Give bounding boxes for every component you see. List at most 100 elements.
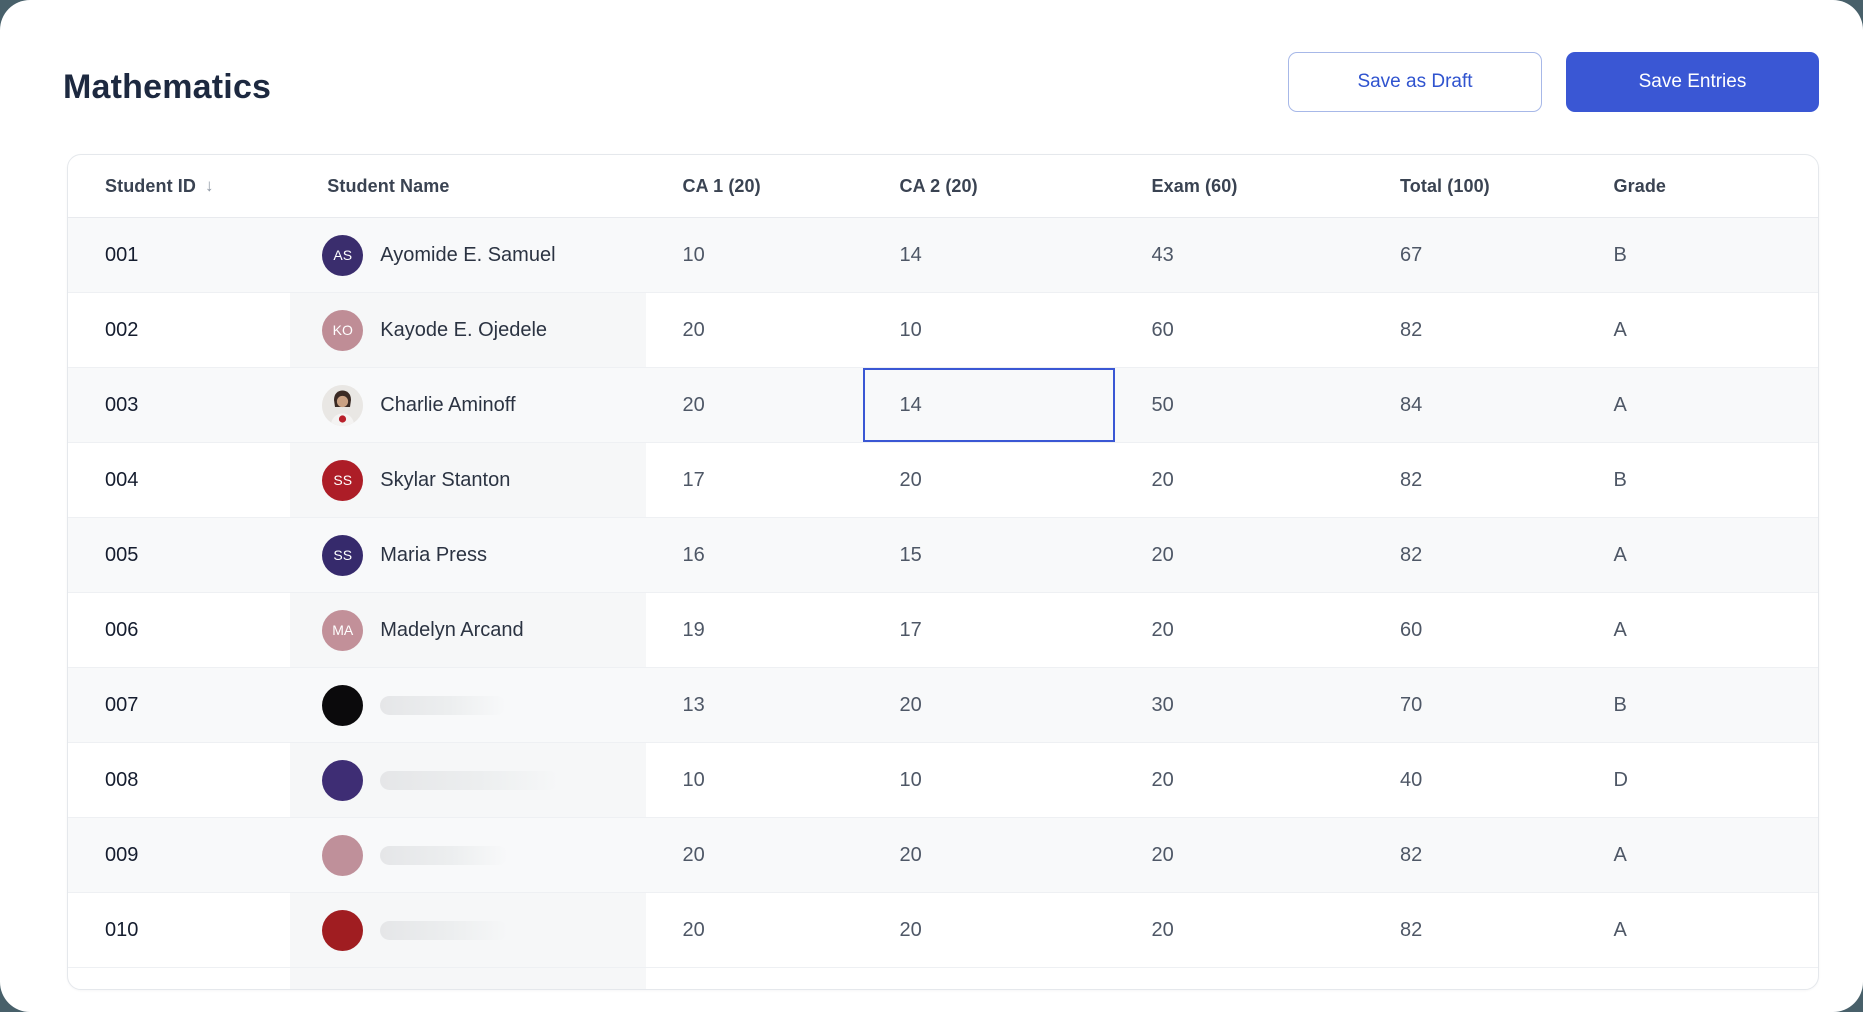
name-skeleton <box>380 696 506 715</box>
student-id-cell: 005 <box>68 518 290 592</box>
grade-cell: A <box>1577 593 1819 667</box>
grade-cell: A <box>1577 818 1819 892</box>
column-header-label: Student ID <box>105 176 196 197</box>
ca1-cell[interactable]: 20 <box>646 818 863 892</box>
student-id-cell: 006 <box>68 593 290 667</box>
student-id-cell: 010 <box>68 893 290 967</box>
student-name-cell <box>290 818 645 892</box>
student-name-cell <box>290 668 645 742</box>
ca2-cell[interactable]: 15 <box>863 518 1115 592</box>
table-row: 001 AS Ayomide E. Samuel 10 14 43 67 B <box>68 218 1818 293</box>
student-name-cell: KO Kayode E. Ojedele <box>290 293 645 367</box>
avatar <box>322 685 363 726</box>
exam-cell[interactable]: 50 <box>1115 368 1364 442</box>
exam-cell[interactable]: 20 <box>1115 518 1364 592</box>
ca2-cell[interactable]: 20 <box>863 668 1115 742</box>
ca2-cell-selected[interactable]: 14 <box>863 368 1115 442</box>
table-row: 006 MA Madelyn Arcand 19 17 20 60 A <box>68 593 1818 668</box>
student-name-cell: Charlie Aminoff <box>290 368 645 442</box>
total-cell: 82 <box>1363 893 1577 967</box>
grade-cell: B <box>1577 668 1819 742</box>
table-footer-strip <box>68 968 1818 989</box>
exam-cell[interactable]: 20 <box>1115 893 1364 967</box>
ca1-cell[interactable]: 13 <box>646 668 863 742</box>
table-row: 009 20 20 20 82 A <box>68 818 1818 893</box>
avatar: KO <box>322 310 363 351</box>
ca1-cell[interactable]: 19 <box>646 593 863 667</box>
student-id-cell: 004 <box>68 443 290 517</box>
ca2-cell[interactable]: 20 <box>863 893 1115 967</box>
page-title: Mathematics <box>63 68 271 107</box>
exam-cell[interactable]: 30 <box>1115 668 1364 742</box>
total-cell: 60 <box>1363 593 1577 667</box>
student-id-cell: 008 <box>68 743 290 817</box>
total-cell: 70 <box>1363 668 1577 742</box>
column-header-ca2: CA 2 (20) <box>863 155 1115 217</box>
name-skeleton <box>380 846 508 865</box>
table-row: 007 13 20 30 70 B <box>68 668 1818 743</box>
table-row: 003 Charlie Aminoff 20 14 50 84 A <box>68 368 1818 443</box>
ca2-cell[interactable]: 17 <box>863 593 1115 667</box>
exam-cell[interactable]: 20 <box>1115 818 1364 892</box>
table-row: 010 20 20 20 82 A <box>68 893 1818 968</box>
grade-cell: D <box>1577 743 1819 817</box>
ca1-cell[interactable]: 17 <box>646 443 863 517</box>
exam-cell[interactable]: 20 <box>1115 443 1364 517</box>
student-name-cell: AS Ayomide E. Samuel <box>290 218 645 292</box>
avatar <box>322 835 363 876</box>
student-id-cell: 009 <box>68 818 290 892</box>
table-row: 002 KO Kayode E. Ojedele 20 10 60 82 A <box>68 293 1818 368</box>
ca2-cell[interactable]: 10 <box>863 743 1115 817</box>
table-row: 008 10 10 20 40 D <box>68 743 1818 818</box>
student-id-cell: 003 <box>68 368 290 442</box>
column-header-ca1: CA 1 (20) <box>646 155 863 217</box>
column-header-total: Total (100) <box>1363 155 1577 217</box>
column-header-student-id[interactable]: Student ID ↓ <box>68 155 290 217</box>
total-cell: 82 <box>1363 518 1577 592</box>
grade-cell: A <box>1577 293 1819 367</box>
ca2-cell[interactable]: 10 <box>863 293 1115 367</box>
avatar <box>322 760 363 801</box>
student-id-cell: 002 <box>68 293 290 367</box>
name-skeleton <box>380 771 559 790</box>
sort-descending-icon: ↓ <box>205 176 214 196</box>
total-cell: 67 <box>1363 218 1577 292</box>
ca1-cell[interactable]: 16 <box>646 518 863 592</box>
ca1-cell[interactable]: 10 <box>646 743 863 817</box>
student-name-cell <box>290 893 645 967</box>
save-entries-button[interactable]: Save Entries <box>1566 52 1819 112</box>
student-name-cell: SS Skylar Stanton <box>290 443 645 517</box>
ca1-cell[interactable]: 20 <box>646 368 863 442</box>
exam-cell[interactable]: 20 <box>1115 593 1364 667</box>
student-name-cell: MA Madelyn Arcand <box>290 593 645 667</box>
table-row: 004 SS Skylar Stanton 17 20 20 82 B <box>68 443 1818 518</box>
student-name: Ayomide E. Samuel <box>380 244 555 267</box>
avatar: SS <box>322 535 363 576</box>
exam-cell[interactable]: 60 <box>1115 293 1364 367</box>
table-row: 005 SS Maria Press 16 15 20 82 A <box>68 518 1818 593</box>
ca1-cell[interactable]: 20 <box>646 293 863 367</box>
column-header-exam: Exam (60) <box>1115 155 1364 217</box>
ca2-cell[interactable]: 20 <box>863 818 1115 892</box>
student-name: Madelyn Arcand <box>380 619 523 642</box>
avatar <box>322 910 363 951</box>
student-name: Charlie Aminoff <box>380 394 515 417</box>
ca1-cell[interactable]: 10 <box>646 218 863 292</box>
save-as-draft-button[interactable]: Save as Draft <box>1288 52 1542 112</box>
ca1-cell[interactable]: 20 <box>646 893 863 967</box>
name-skeleton <box>380 921 508 940</box>
student-name-cell: SS Maria Press <box>290 518 645 592</box>
table-header-row: Student ID ↓ Student Name CA 1 (20) CA 2… <box>68 155 1818 218</box>
grade-cell: B <box>1577 218 1819 292</box>
grade-cell: B <box>1577 443 1819 517</box>
ca2-cell[interactable]: 20 <box>863 443 1115 517</box>
ca2-cell[interactable]: 14 <box>863 218 1115 292</box>
total-cell: 84 <box>1363 368 1577 442</box>
column-header-student-name: Student Name <box>290 155 645 217</box>
exam-cell[interactable]: 20 <box>1115 743 1364 817</box>
photo-avatar <box>322 385 363 426</box>
student-name-cell <box>290 743 645 817</box>
exam-cell[interactable]: 43 <box>1115 218 1364 292</box>
total-cell: 82 <box>1363 818 1577 892</box>
grade-cell: A <box>1577 893 1819 967</box>
